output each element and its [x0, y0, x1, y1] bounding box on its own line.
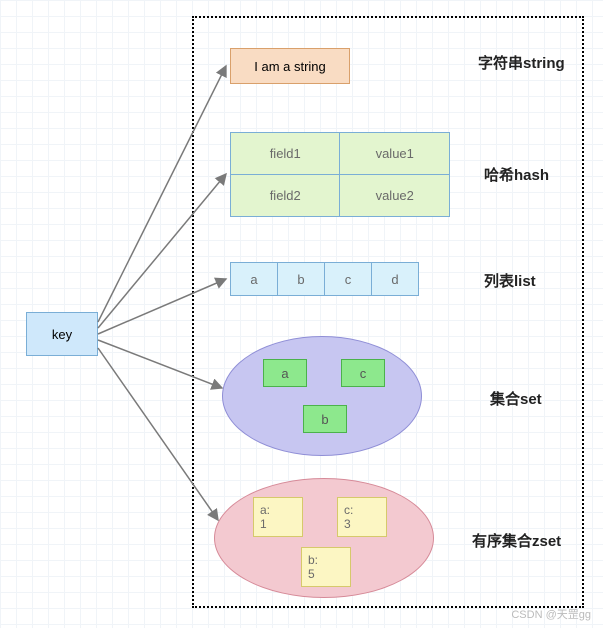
watermark: CSDN @天罡gg	[511, 606, 591, 622]
set-member: c	[341, 359, 385, 387]
key-node: key	[26, 312, 98, 356]
zset-member-name: b:	[308, 553, 318, 567]
hash-type-label: 哈希hash	[484, 164, 549, 185]
zset-member: b: 5	[301, 547, 351, 587]
string-value-box: I am a string	[230, 48, 350, 84]
zset-member-score: 5	[308, 567, 315, 581]
list-type-label: 列表list	[484, 270, 536, 291]
list-item: a	[230, 262, 278, 296]
hash-row: field1 value1	[231, 133, 450, 175]
key-label: key	[52, 327, 72, 342]
zset-member-name: c:	[344, 503, 353, 517]
list-row: a b c d	[230, 262, 419, 296]
set-member: a	[263, 359, 307, 387]
zset-member: a: 1	[253, 497, 303, 537]
zset-member-score: 3	[344, 517, 351, 531]
zset-type-label: 有序集合zset	[472, 530, 561, 551]
zset-ellipse: a: 1 c: 3 b: 5	[214, 478, 434, 598]
string-value: I am a string	[254, 59, 326, 74]
zset-member-score: 1	[260, 517, 267, 531]
hash-value: value1	[340, 133, 450, 175]
list-item: b	[277, 262, 325, 296]
zset-member-name: a:	[260, 503, 270, 517]
list-item: d	[371, 262, 419, 296]
hash-table: field1 value1 field2 value2	[230, 132, 450, 217]
set-member: b	[303, 405, 347, 433]
diagram-canvas: key I am a string 字符串string field1 value…	[0, 0, 603, 628]
set-type-label: 集合set	[490, 388, 542, 409]
set-ellipse: a c b	[222, 336, 422, 456]
string-type-label: 字符串string	[478, 52, 565, 73]
hash-field: field1	[231, 133, 340, 175]
hash-row: field2 value2	[231, 175, 450, 217]
hash-value: value2	[340, 175, 450, 217]
zset-member: c: 3	[337, 497, 387, 537]
hash-field: field2	[231, 175, 340, 217]
list-item: c	[324, 262, 372, 296]
